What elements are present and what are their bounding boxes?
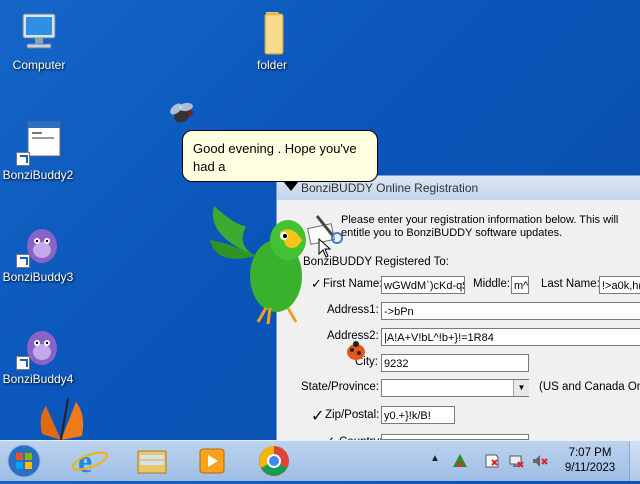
address2-field[interactable]: |A!A+V!bL^!b+}!=1R84 — [381, 328, 640, 346]
zip-field[interactable]: y0.+}!k/B! — [381, 406, 455, 424]
desktop-icon-folder[interactable]: folder — [234, 8, 310, 72]
computer-icon — [15, 8, 63, 56]
shortcut-arrow-icon — [16, 356, 30, 370]
state-note: (US and Canada Onl — [539, 381, 640, 393]
desktop-icon-label: BonziBuddy2 — [2, 168, 74, 182]
purple-gorilla-icon — [14, 220, 62, 268]
first-name-label: First Name: — [323, 278, 383, 290]
registration-window[interactable]: BonziBUDDY Online Registration Please en… — [276, 175, 640, 448]
registration-body: Please enter your registration informati… — [285, 200, 640, 448]
required-checkmark: ✓ — [311, 408, 325, 425]
registration-intro: Please enter your registration informati… — [341, 214, 619, 239]
desktop-icon-bonzibuddy4[interactable]: BonziBuddy4 — [0, 322, 76, 386]
mouse-pointer-icon — [318, 237, 332, 258]
middle-name-field[interactable]: m^ — [511, 276, 529, 294]
clock[interactable]: 7:07 PM 9/11/2023 — [560, 446, 620, 476]
tray-app-icon[interactable] — [452, 453, 468, 469]
state-label: State/Province: — [301, 381, 379, 393]
middle-name-label: Middle: — [473, 278, 511, 290]
state-select[interactable] — [381, 379, 529, 397]
svg-text:e: e — [78, 443, 92, 479]
desktop-icon-label: BonziBuddy4 — [2, 372, 74, 386]
ladybug-icon — [344, 340, 368, 362]
taskbar: e ▲ 7:07 PM 9/11/2023 — [0, 440, 640, 481]
parrot-character[interactable] — [206, 196, 322, 326]
action-center-icon[interactable] — [484, 453, 500, 469]
app-window-icon — [14, 118, 62, 166]
city-field[interactable]: 9232 — [381, 354, 529, 372]
tray-overflow-icon[interactable]: ▲ — [430, 453, 440, 464]
desktop-icon-bonzibuddy2[interactable]: BonziBuddy2 — [0, 118, 76, 182]
address1-label: Address1: — [327, 304, 379, 316]
shortcut-arrow-icon — [16, 152, 30, 166]
butterfly-icon — [36, 396, 86, 442]
show-desktop-button[interactable] — [629, 441, 640, 481]
desktop-icon-computer[interactable]: Computer — [1, 8, 77, 72]
folder-icon — [248, 8, 296, 56]
chrome-icon[interactable] — [252, 443, 296, 479]
desktop-icon-label: Computer — [12, 58, 66, 72]
desktop-icon-bonzibuddy3[interactable]: BonziBuddy3 — [0, 220, 76, 284]
last-name-label: Last Name: — [541, 278, 600, 290]
speech-bubble: Good evening . Hope you've had a — [182, 130, 378, 191]
address1-field[interactable]: ->bPn — [381, 302, 640, 320]
window-title: BonziBUDDY Online Registration — [301, 181, 479, 195]
first-name-field[interactable]: wGWdM`)cKd-q$ — [381, 276, 465, 294]
clock-time: 7:07 PM — [568, 447, 612, 459]
start-button[interactable] — [4, 443, 48, 479]
last-name-field[interactable]: !>a0k,h( — [599, 276, 640, 294]
desktop-icon-label: folder — [256, 58, 288, 72]
desktop-icon-label: BonziBuddy3 — [2, 270, 74, 284]
purple-gorilla-icon — [14, 322, 62, 370]
fly-icon — [164, 98, 200, 132]
network-icon[interactable] — [508, 453, 524, 469]
internet-explorer-icon[interactable]: e — [68, 443, 112, 479]
bubble-text: Good evening . Hope you've had a — [193, 141, 357, 174]
chevron-down-icon[interactable]: ▼ — [513, 380, 529, 396]
media-player-icon[interactable] — [190, 443, 234, 479]
shortcut-arrow-icon — [16, 254, 30, 268]
clock-date: 9/11/2023 — [564, 462, 616, 474]
zip-label: Zip/Postal: — [325, 409, 380, 421]
volume-muted-icon[interactable] — [532, 453, 548, 469]
file-explorer-icon[interactable] — [130, 443, 174, 479]
